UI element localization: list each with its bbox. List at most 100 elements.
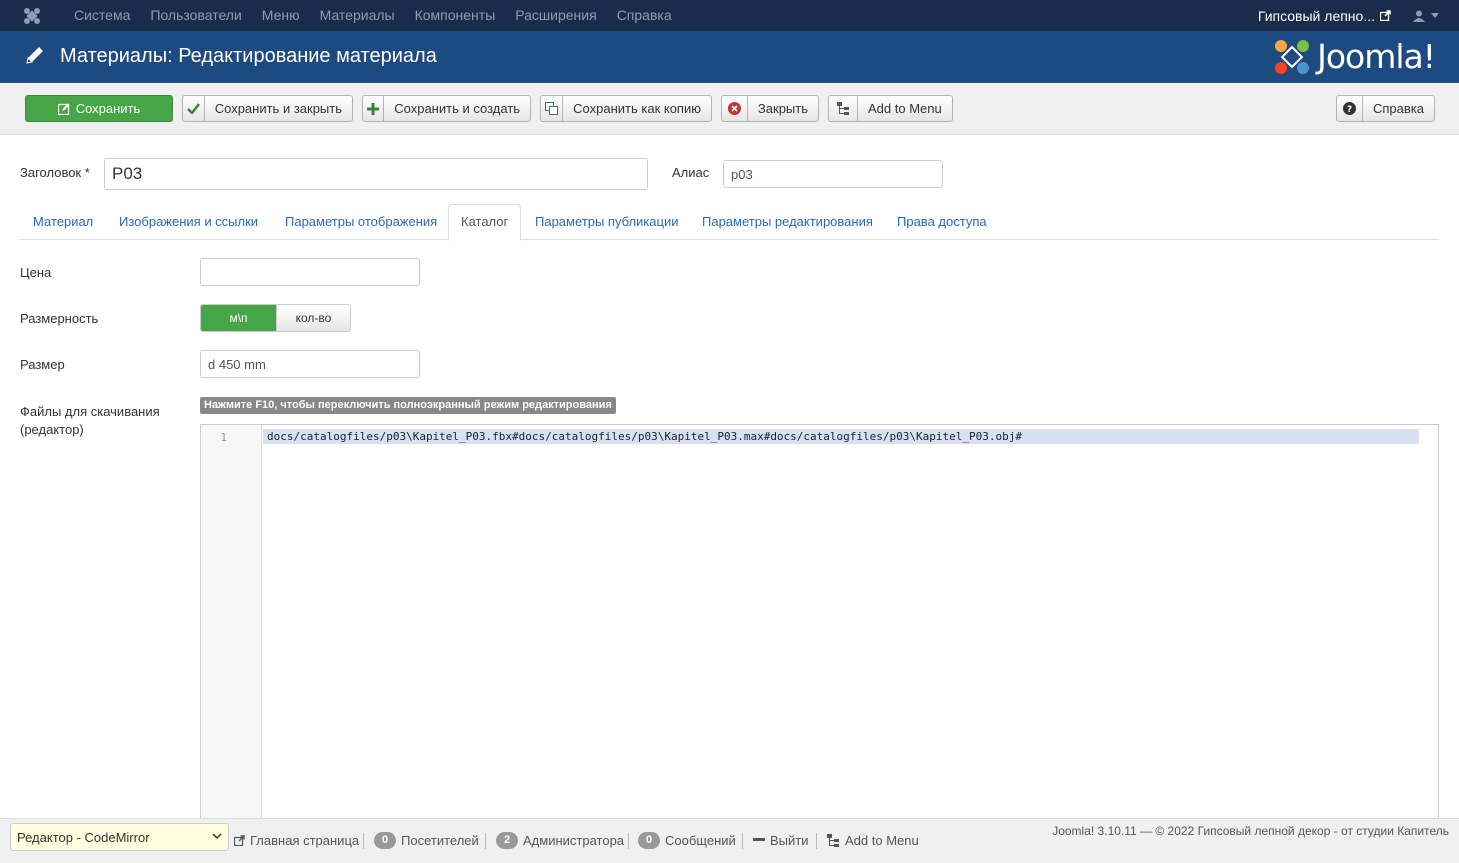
- status-bar: Редактор - CodeMirror Главная страница 0…: [0, 818, 1459, 863]
- joomla-menu-icon[interactable]: [0, 0, 64, 31]
- page-header: Материалы: Редактирование материала Joom…: [0, 31, 1459, 83]
- price-input[interactable]: [200, 258, 420, 286]
- logout-link[interactable]: Выйти: [753, 831, 809, 849]
- line-number: 1: [220, 431, 227, 444]
- status-add-to-menu-label: Add to Menu: [845, 832, 919, 848]
- logout-label: Выйти: [770, 832, 809, 848]
- edit-icon: [57, 103, 70, 115]
- site-name: Гипсовый лепно...: [1257, 7, 1375, 24]
- chevron-down-icon: [212, 833, 222, 840]
- status-add-to-menu-link[interactable]: Add to Menu: [827, 831, 919, 849]
- divider: [742, 833, 743, 849]
- menu-users[interactable]: Пользователи: [140, 0, 251, 31]
- joomla-logo-text: Joomla!: [1317, 37, 1436, 76]
- files-label-line1: Файлы для скачивания: [20, 404, 160, 419]
- menu-menus[interactable]: Меню: [252, 0, 310, 31]
- tree-icon: [827, 833, 839, 847]
- user-icon: [1413, 10, 1425, 22]
- help-button[interactable]: ? Справка: [1336, 95, 1435, 122]
- editor-select[interactable]: Редактор - CodeMirror: [10, 823, 229, 851]
- save-new-label: Сохранить и создать: [394, 101, 520, 116]
- admins-label: Администратора: [523, 832, 625, 848]
- divider: [363, 833, 364, 849]
- save-copy-label: Сохранить как копию: [573, 101, 701, 116]
- site-link[interactable]: Гипсовый лепно...: [1258, 8, 1413, 24]
- home-link[interactable]: Главная страница: [234, 831, 359, 849]
- visitors-label: Посетителей: [401, 832, 479, 848]
- plus-icon: [363, 96, 385, 121]
- check-icon: [183, 96, 205, 121]
- messages-label: Сообщений: [665, 832, 736, 848]
- save-close-button[interactable]: Сохранить и закрыть: [182, 95, 353, 122]
- admins-status: 2 Администратора: [496, 831, 624, 849]
- user-menu[interactable]: [1413, 10, 1459, 22]
- cancel-icon: [722, 96, 748, 121]
- external-link-icon: [234, 834, 245, 846]
- messages-badge: 0: [638, 831, 660, 849]
- messages-link[interactable]: 0 Сообщений: [638, 831, 736, 849]
- tab-content[interactable]: Материал: [21, 204, 105, 240]
- editor-gutter: [201, 425, 262, 823]
- price-label: Цена: [20, 265, 52, 280]
- visitors-badge: 0: [374, 831, 396, 849]
- save-copy-button[interactable]: Сохранить как копию: [540, 95, 712, 122]
- tab-images-links[interactable]: Изображения и ссылки: [107, 204, 270, 240]
- svg-text:?: ?: [1347, 105, 1352, 115]
- dimension-option-linear-meter[interactable]: м\п: [201, 305, 276, 331]
- joomla-logo-icon: [1275, 39, 1310, 74]
- question-icon: ?: [1337, 96, 1363, 121]
- tab-catalog[interactable]: Каталог: [448, 204, 522, 241]
- home-label: Главная страница: [250, 832, 360, 848]
- code-editor[interactable]: 1 docs/catalogfiles/p03\Kapitel_P03.fbx#…: [200, 424, 1439, 824]
- tab-display-options[interactable]: Параметры отображения: [273, 204, 449, 240]
- menu-help[interactable]: Справка: [607, 0, 682, 31]
- menu-extensions[interactable]: Расширения: [505, 0, 606, 31]
- menu-components[interactable]: Компоненты: [405, 0, 506, 31]
- top-navbar: Система Пользователи Меню Материалы Комп…: [0, 0, 1459, 31]
- size-label: Размер: [20, 357, 65, 372]
- divider: [628, 833, 629, 849]
- close-button[interactable]: Закрыть: [721, 95, 819, 122]
- add-to-menu-label: Add to Menu: [868, 101, 942, 116]
- pencil-icon: [26, 47, 43, 64]
- tab-publishing[interactable]: Параметры публикации: [523, 204, 690, 240]
- copyright-text: Joomla! 3.10.11 — © 2022 Гипсовый лепной…: [1052, 824, 1449, 838]
- chevron-down-icon: [1431, 13, 1439, 18]
- alias-input[interactable]: p03: [723, 160, 943, 188]
- tree-icon: [829, 96, 858, 121]
- edit-tabs: Материал Изображения и ссылки Параметры …: [20, 204, 1439, 241]
- dimension-toggle: м\п кол-во: [200, 304, 351, 332]
- files-label: Файлы для скачивания (редактор): [20, 403, 160, 439]
- external-link-icon: [1380, 10, 1391, 21]
- alias-label: Алиас: [672, 165, 710, 180]
- save-button[interactable]: Сохранить: [25, 95, 173, 122]
- toolbar: Сохранить Сохранить и закрыть Сохранить …: [0, 83, 1459, 135]
- admin-main-menu: Система Пользователи Меню Материалы Комп…: [64, 0, 682, 31]
- title-label: Заголовок *: [20, 165, 90, 180]
- dimension-option-quantity[interactable]: кол-во: [276, 305, 350, 331]
- minus-icon: [753, 838, 765, 841]
- save-label: Сохранить: [75, 101, 141, 116]
- tab-permissions[interactable]: Права доступа: [885, 204, 999, 240]
- editor-line[interactable]: docs/catalogfiles/p03\Kapitel_P03.fbx#do…: [263, 429, 1419, 444]
- save-new-button[interactable]: Сохранить и создать: [362, 95, 531, 122]
- title-input[interactable]: P03: [104, 158, 648, 190]
- menu-system[interactable]: Система: [64, 0, 140, 31]
- size-input[interactable]: d 450 mm: [200, 350, 420, 378]
- page-title: Материалы: Редактирование материала: [60, 45, 437, 67]
- copy-icon: [541, 96, 564, 121]
- divider: [816, 833, 817, 849]
- joomla-logo: Joomla!: [1273, 37, 1436, 76]
- add-to-menu-button[interactable]: Add to Menu: [828, 95, 953, 122]
- editor-fullscreen-hint: Нажмите F10, чтобы переключить полноэкра…: [200, 397, 616, 414]
- menu-content[interactable]: Материалы: [310, 0, 405, 31]
- editor-select-value: Редактор - CodeMirror: [17, 829, 150, 845]
- admins-badge: 2: [496, 831, 518, 849]
- visitors-status: 0 Посетителей: [374, 831, 479, 849]
- help-label: Справка: [1373, 101, 1424, 116]
- files-label-line2: (редактор): [20, 422, 84, 437]
- dimension-label: Размерность: [20, 311, 99, 326]
- tab-editing-options[interactable]: Параметры редактирования: [690, 204, 885, 240]
- close-label: Закрыть: [757, 101, 808, 116]
- divider: [485, 833, 486, 849]
